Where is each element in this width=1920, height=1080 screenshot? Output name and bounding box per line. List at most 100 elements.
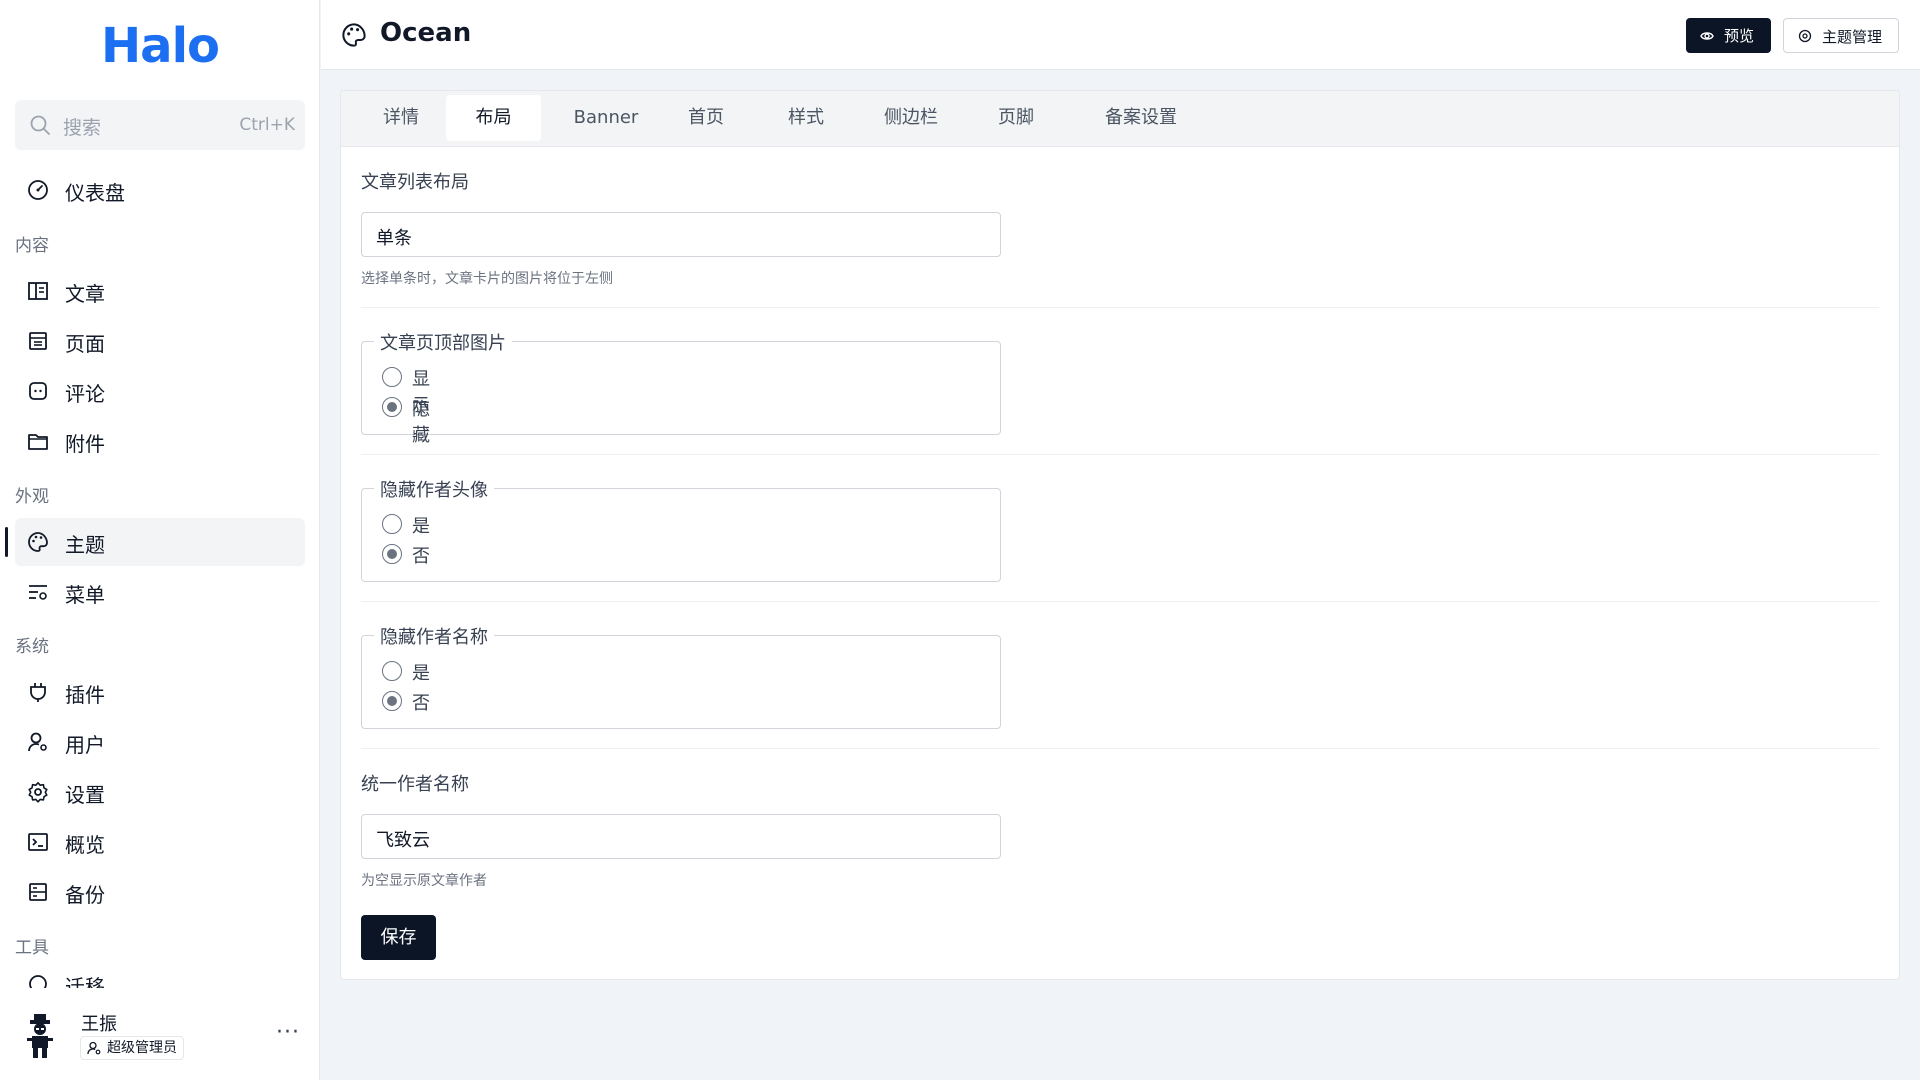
unified-author-name-label: 统一作者名称 <box>361 774 469 795</box>
hide-author-avatar-legend: 隐藏作者头像 <box>374 476 494 502</box>
role-badge: 超级管理员 <box>80 1036 184 1060</box>
group-title-system: 系统 <box>15 637 49 657</box>
post-top-image-group: 文章页顶部图片 显示 隐藏 <box>361 329 1001 446</box>
tab-details[interactable]: 详情 <box>366 95 436 141</box>
radio-button[interactable] <box>382 661 402 681</box>
hide-author-name-group: 隐藏作者名称 是 否 <box>361 623 1001 729</box>
tab-footer[interactable]: 页脚 <box>976 95 1056 141</box>
role-label: 超级管理员 <box>107 1040 177 1056</box>
radio-button[interactable] <box>382 514 402 534</box>
search-placeholder: 搜索 <box>63 117 102 139</box>
radio-label: 否 <box>412 546 430 567</box>
migration-icon <box>27 973 49 988</box>
sidebar-item-label: 主题 <box>65 533 105 557</box>
book-icon <box>27 280 49 302</box>
page-title: Ocean <box>380 18 472 48</box>
palette-icon <box>341 22 367 48</box>
palette-icon <box>27 531 49 553</box>
tab-filing[interactable]: 备案设置 <box>1081 95 1201 141</box>
more-options-button[interactable]: ··· <box>276 1020 300 1045</box>
sidebar-item-label: 迁移 <box>65 975 105 988</box>
theme-manage-button[interactable]: 主题管理 <box>1783 18 1899 53</box>
tab-style[interactable]: 样式 <box>766 95 846 141</box>
page-icon <box>27 330 49 352</box>
settings-icon <box>1798 29 1812 43</box>
divider <box>361 601 1879 602</box>
unified-author-name-help: 为空显示原文章作者 <box>361 873 487 889</box>
dashboard-icon <box>27 179 49 201</box>
sidebar-item-label: 仪表盘 <box>65 181 125 205</box>
sidebar-item-label: 评论 <box>65 382 105 406</box>
menu-settings-icon <box>27 581 49 603</box>
active-indicator <box>5 527 8 557</box>
sidebar-item-comments[interactable]: 评论 <box>15 367 305 415</box>
sidebar-item-label: 菜单 <box>65 583 105 607</box>
tab-bar: 详情 布局 Banner 首页 样式 侧边栏 页脚 备案设置 <box>341 91 1899 147</box>
sidebar-item-label: 备份 <box>65 883 105 907</box>
sidebar-item-themes[interactable]: 主题 <box>15 518 305 566</box>
unified-author-name-input[interactable]: 飞致云 <box>361 814 1001 859</box>
tab-home[interactable]: 首页 <box>666 95 746 141</box>
preview-button[interactable]: 预览 <box>1686 18 1771 53</box>
hide-author-avatar-group: 隐藏作者头像 是 否 <box>361 476 1001 582</box>
folder-icon <box>27 430 49 452</box>
sidebar-item-overview[interactable]: 概览 <box>15 818 305 866</box>
theme-manage-label: 主题管理 <box>1822 28 1883 46</box>
tab-sidebar[interactable]: 侧边栏 <box>861 95 961 141</box>
sidebar-item-attachments[interactable]: 附件 <box>15 417 305 465</box>
sidebar-item-plugins[interactable]: 插件 <box>15 668 305 716</box>
sidebar-item-migration[interactable]: 迁移 <box>15 968 305 988</box>
halo-logo[interactable]: Halo <box>0 18 320 74</box>
sidebar-item-menus[interactable]: 菜单 <box>15 568 305 616</box>
post-top-image-legend: 文章页顶部图片 <box>374 329 512 355</box>
radio-button[interactable] <box>382 367 402 387</box>
sidebar-clip: 迁移 <box>0 968 320 988</box>
radio-label: 隐藏 <box>412 399 430 446</box>
radio-button[interactable] <box>382 691 402 711</box>
sidebar-item-backup[interactable]: 备份 <box>15 868 305 916</box>
sidebar-item-label: 设置 <box>65 783 105 807</box>
sidebar-item-label: 附件 <box>65 432 105 456</box>
tab-banner[interactable]: Banner <box>556 95 656 141</box>
search-shortcut: Ctrl+K <box>239 115 295 135</box>
gear-icon <box>27 781 49 803</box>
tab-layout[interactable]: 布局 <box>446 95 541 141</box>
page-header: Ocean 预览 主题管理 <box>321 0 1920 70</box>
plug-icon <box>27 681 49 703</box>
group-title-content: 内容 <box>15 236 49 256</box>
radio-button[interactable] <box>382 397 402 417</box>
user-name: 王振 <box>81 1014 117 1035</box>
divider <box>361 748 1879 749</box>
sidebar-item-label: 用户 <box>65 733 105 757</box>
radio-label: 是 <box>412 663 430 684</box>
sidebar-item-posts[interactable]: 文章 <box>15 267 305 315</box>
group-title-tools: 工具 <box>15 938 49 958</box>
group-title-appearance: 外观 <box>15 487 49 507</box>
save-button[interactable]: 保存 <box>361 915 436 960</box>
hide-author-name-legend: 隐藏作者名称 <box>374 623 494 649</box>
sidebar-item-users[interactable]: 用户 <box>15 718 305 766</box>
sidebar-item-label: 概览 <box>65 833 105 857</box>
divider <box>361 454 1879 455</box>
sidebar-item-label: 页面 <box>65 332 105 356</box>
theme-settings-card: 详情 布局 Banner 首页 样式 侧边栏 页脚 备案设置 文章列表布局 单条… <box>340 90 1900 980</box>
divider <box>361 307 1879 308</box>
sidebar-item-dashboard[interactable]: 仪表盘 <box>15 166 305 214</box>
radio-label: 是 <box>412 516 430 537</box>
preview-label: 预览 <box>1724 27 1755 45</box>
sidebar: Halo 搜索 Ctrl+K 仪表盘 内容 文章 页面 评论 附件 外观 主题 … <box>0 0 320 1080</box>
sidebar-item-label: 插件 <box>65 683 105 707</box>
post-list-layout-select[interactable]: 单条 <box>361 212 1001 257</box>
sidebar-item-label: 文章 <box>65 282 105 306</box>
server-icon <box>27 881 49 903</box>
avatar[interactable] <box>25 1012 55 1060</box>
search-box[interactable]: 搜索 Ctrl+K <box>15 100 305 150</box>
radio-label: 否 <box>412 693 430 714</box>
sidebar-item-settings[interactable]: 设置 <box>15 768 305 816</box>
terminal-icon <box>27 831 49 853</box>
comment-icon <box>27 380 49 402</box>
user-profile: 王振 超级管理员 ··· <box>0 1000 320 1080</box>
radio-button[interactable] <box>382 544 402 564</box>
post-list-layout-help: 选择单条时，文章卡片的图片将位于左侧 <box>361 271 613 287</box>
sidebar-item-pages[interactable]: 页面 <box>15 317 305 365</box>
